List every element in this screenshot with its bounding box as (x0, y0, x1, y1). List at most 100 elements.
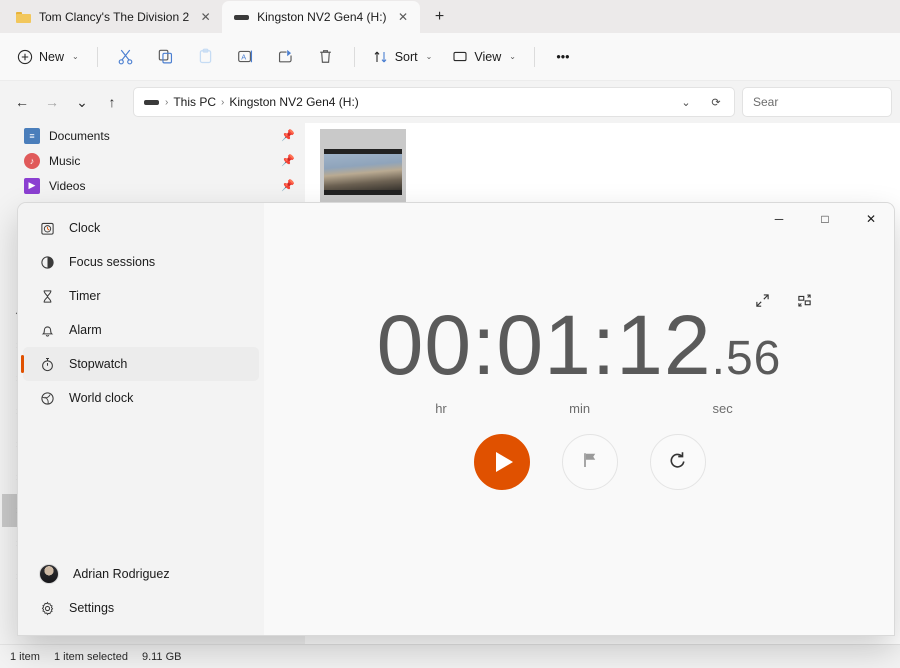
trash-icon (317, 48, 334, 65)
tab-close-icon[interactable]: ✕ (197, 9, 214, 26)
tab-division-2[interactable]: Tom Clancy's The Division 2 ✕ (4, 1, 222, 33)
settings-label: Settings (69, 601, 115, 615)
stopwatch-icon (39, 356, 55, 372)
chevron-down-icon: ⌄ (509, 52, 516, 61)
separator (353, 46, 355, 67)
recent-locations-button[interactable]: ⌄ (68, 88, 96, 116)
pin-icon[interactable]: 📌 (281, 129, 295, 142)
stopwatch-time-fraction: .56 (711, 332, 782, 385)
nav-item-label: World clock (69, 391, 134, 405)
tab-strip: Tom Clancy's The Division 2 ✕ Kingston N… (0, 0, 900, 33)
reset-icon (668, 450, 688, 475)
copy-button[interactable] (147, 41, 185, 73)
share-icon (277, 48, 294, 65)
view-label: View (474, 49, 502, 64)
tab-kingston-nv2[interactable]: Kingston NV2 Gen4 (H:) ✕ (222, 1, 420, 33)
stopwatch-time-main: 00:01:12 (376, 298, 712, 392)
svg-text:A: A (241, 52, 246, 61)
tab-label: Kingston NV2 Gen4 (H:) (257, 10, 387, 24)
sort-icon (373, 49, 389, 65)
monitor-icon (452, 49, 468, 65)
bell-icon (39, 322, 55, 338)
play-button[interactable] (474, 434, 530, 490)
sidebar-item-label: Videos (49, 178, 86, 193)
view-button[interactable]: View ⌄ (443, 41, 525, 73)
unit-hr: hr (435, 401, 447, 416)
nav-item-world-clock[interactable]: World clock (23, 381, 259, 415)
flag-icon (580, 450, 600, 475)
sidebar-item-label: Music (49, 153, 81, 168)
drive-icon (144, 96, 159, 108)
minimize-button[interactable]: ─ (756, 203, 802, 235)
pin-icon[interactable]: 📌 (281, 154, 295, 167)
sidebar-item-music[interactable]: ♪ Music 📌 (0, 148, 305, 173)
more-options-button[interactable]: ••• (544, 41, 582, 73)
sort-label: Sort (394, 49, 418, 64)
address-dropdown-icon[interactable]: ⌄ (674, 90, 698, 114)
item-count: 1 item (10, 650, 40, 663)
account-button[interactable]: Adrian Rodriguez (23, 557, 259, 591)
avatar (39, 564, 59, 584)
nav-item-focus-sessions[interactable]: Focus sessions (23, 245, 259, 279)
sidebar-item-label: Documents (49, 128, 110, 143)
tab-close-icon[interactable]: ✕ (395, 9, 412, 26)
new-tab-button[interactable]: + (426, 3, 454, 31)
nav-item-clock[interactable]: Clock (23, 211, 259, 245)
rename-button[interactable]: A (227, 41, 265, 73)
reset-button[interactable] (650, 434, 706, 490)
scissors-icon (117, 48, 134, 65)
nav-item-label: Timer (69, 289, 101, 303)
play-icon (496, 452, 513, 472)
separator (96, 46, 98, 67)
globe-icon (39, 390, 55, 406)
settings-button[interactable]: Settings (23, 591, 259, 625)
breadcrumb-this-pc[interactable]: This PC (173, 95, 216, 109)
up-button[interactable]: ↑ (98, 88, 126, 116)
delete-button[interactable] (307, 41, 345, 73)
forward-button[interactable]: → (38, 88, 66, 116)
stopwatch-panel: ─ □ ✕ 00:01:12 .56 hr min sec (264, 203, 894, 635)
maximize-button[interactable]: □ (802, 203, 848, 235)
nav-item-label: Clock (69, 221, 101, 235)
nav-item-timer[interactable]: Timer (23, 279, 259, 313)
film-strip-icon (324, 149, 402, 195)
nav-item-label: Alarm (69, 323, 102, 337)
rename-icon: A (237, 48, 254, 65)
search-input[interactable]: Sear (742, 87, 892, 117)
nav-item-label: Stopwatch (69, 357, 128, 371)
sidebar-item-videos[interactable]: ▶ Videos 📌 (0, 173, 305, 198)
close-button[interactable]: ✕ (848, 203, 894, 235)
clock-navigation-pane: Clock Focus sessions Timer Alarm Stopwat… (18, 203, 264, 635)
breadcrumb-kingston[interactable]: Kingston NV2 Gen4 (H:) (229, 95, 358, 109)
chevron-down-icon: ⌄ (72, 52, 79, 61)
new-button[interactable]: New ⌄ (8, 41, 88, 73)
window-controls: ─ □ ✕ (756, 203, 894, 235)
separator (533, 46, 535, 67)
stopwatch-controls (264, 434, 894, 490)
breadcrumb-separator: › (165, 96, 169, 108)
chevron-down-icon: ⌄ (425, 52, 433, 61)
copy-icon (157, 48, 174, 65)
refresh-icon[interactable]: ⟳ (704, 90, 728, 114)
tab-label: Tom Clancy's The Division 2 (39, 10, 190, 24)
music-icon: ♪ (24, 152, 40, 169)
folder-icon (16, 11, 31, 23)
share-button[interactable] (267, 41, 305, 73)
sidebar-item-documents[interactable]: ≡ Documents 📌 (0, 123, 305, 148)
nav-item-stopwatch[interactable]: Stopwatch (21, 347, 259, 381)
command-bar: New ⌄ A Sort ⌄ View ⌄ ••• (0, 33, 900, 81)
cut-button[interactable] (107, 41, 145, 73)
clock-app-window: Clock Focus sessions Timer Alarm Stopwat… (18, 203, 894, 635)
pin-icon[interactable]: 📌 (281, 179, 295, 192)
nav-item-alarm[interactable]: Alarm (23, 313, 259, 347)
navigation-bar: ← → ⌄ ↑ › This PC › Kingston NV2 Gen4 (H… (0, 81, 900, 123)
back-button[interactable]: ← (8, 88, 36, 116)
new-label: New (39, 49, 65, 64)
stopwatch-unit-labels: hr min sec (364, 401, 794, 416)
breadcrumb-separator: › (221, 96, 225, 108)
lap-button[interactable] (562, 434, 618, 490)
clock-icon (39, 220, 55, 236)
sort-button[interactable]: Sort ⌄ (364, 41, 442, 73)
address-bar[interactable]: › This PC › Kingston NV2 Gen4 (H:) ⌄ ⟳ (133, 87, 735, 117)
paste-button[interactable] (187, 41, 225, 73)
